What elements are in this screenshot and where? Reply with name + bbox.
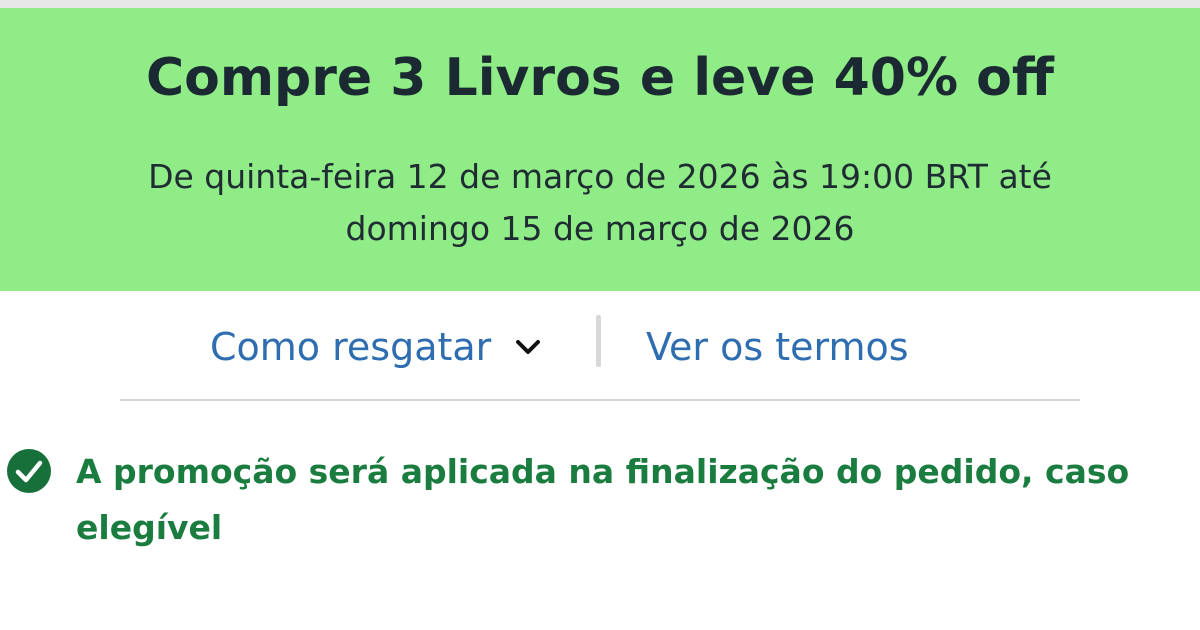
links-separator (596, 315, 601, 367)
promotion-notice: A promoção será aplicada na finalização … (0, 440, 1200, 560)
promotion-date-range: De quinta-feira 12 de março de 2026 às 1… (148, 157, 1052, 248)
chevron-down-icon (516, 340, 541, 354)
checkmark-circle-icon (7, 449, 51, 493)
promotion-notice-text: A promoção será aplicada na finalização … (76, 452, 1130, 547)
view-terms-link[interactable]: Ver os termos (646, 322, 909, 372)
how-to-redeem-label: Como resgatar (210, 325, 492, 369)
promotion-links: Como resgatar Ver os termos (0, 300, 1200, 395)
promotion-banner: Compre 3 Livros e leve 40% off De quinta… (0, 8, 1200, 291)
section-divider (120, 399, 1080, 401)
top-edge-bar (0, 0, 1200, 8)
how-to-redeem-button[interactable]: Como resgatar (210, 322, 543, 372)
promotion-title: Compre 3 Livros e leve 40% off (145, 48, 1055, 108)
